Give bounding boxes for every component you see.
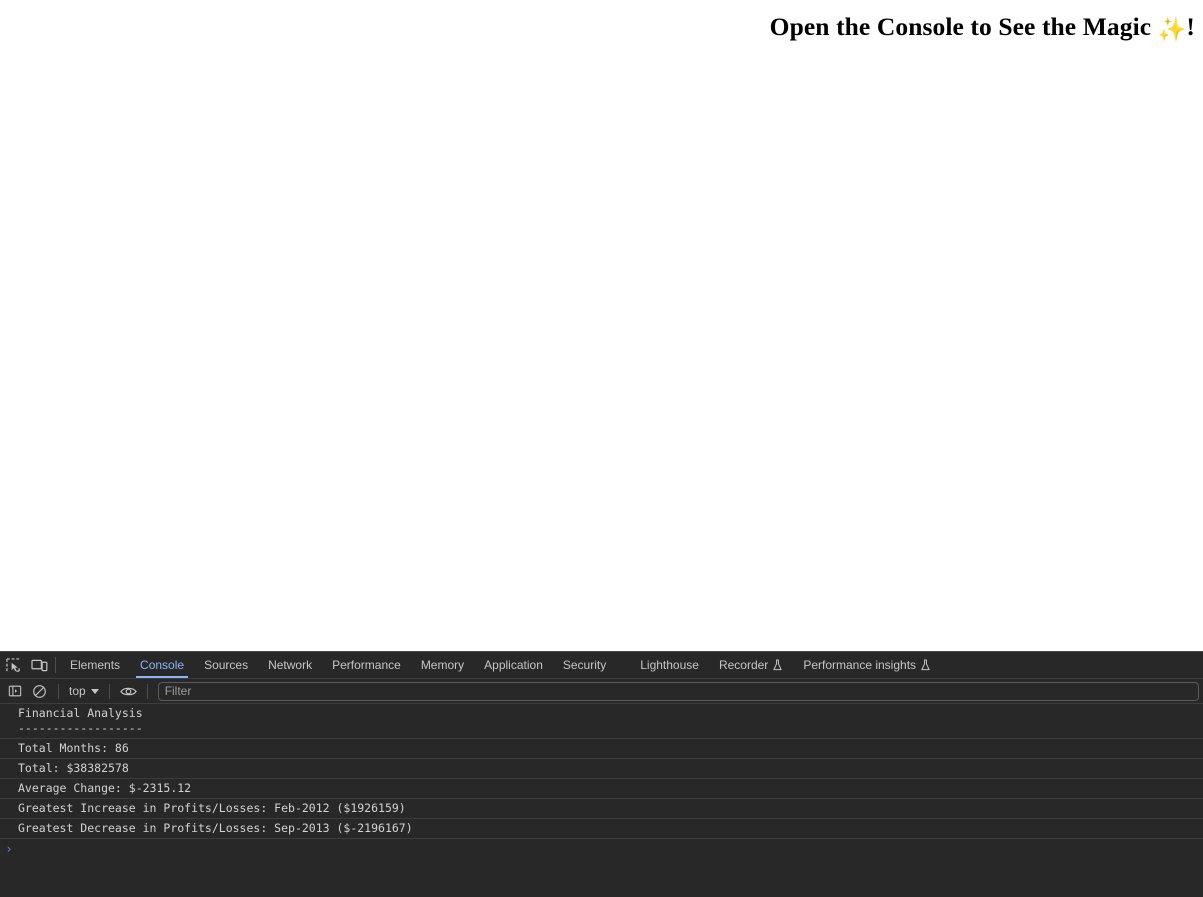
console-message-text: Total Months: 86 <box>18 741 129 755</box>
tab-console-label: Console <box>140 658 185 672</box>
clear-console-icon[interactable] <box>27 680 52 702</box>
device-toolbar-icon[interactable] <box>26 652 52 678</box>
tab-application[interactable]: Application <box>474 652 553 678</box>
console-message-row[interactable]: Greatest Decrease in Profits/Losses: Sep… <box>0 819 1203 839</box>
tab-security-label: Security <box>562 658 607 672</box>
tabbar-gap <box>616 652 630 678</box>
chevron-down-icon <box>90 688 99 694</box>
page-title-suffix: ! <box>1186 12 1195 41</box>
experiment-flask-icon <box>920 659 931 671</box>
tab-performance[interactable]: Performance <box>322 652 411 678</box>
tab-performance-insights[interactable]: Performance insights <box>793 652 941 678</box>
tab-console[interactable]: Console <box>130 652 194 678</box>
tab-security[interactable]: Security <box>553 652 616 678</box>
console-message-row[interactable]: Financial Analysis ------------------ <box>0 704 1203 739</box>
console-message-row[interactable]: Total: $38382578 <box>0 759 1203 779</box>
tab-elements-label: Elements <box>70 658 121 672</box>
console-sidebar-toggle-icon[interactable] <box>2 680 27 702</box>
tab-performance-label: Performance <box>332 658 401 672</box>
toolbar-divider <box>108 683 110 699</box>
web-page-viewport: Open the Console to See the Magic ✨! <box>0 0 1203 651</box>
tab-lighthouse[interactable]: Lighthouse <box>630 652 709 678</box>
toolbar-divider <box>146 683 148 699</box>
tab-sources[interactable]: Sources <box>194 652 258 678</box>
message-gutter <box>0 801 18 816</box>
tab-application-label: Application <box>484 658 543 672</box>
console-message-text: Financial Analysis ------------------ <box>18 706 143 735</box>
page-title: Open the Console to See the Magic ✨! <box>0 0 1203 42</box>
tab-network[interactable]: Network <box>258 652 322 678</box>
tab-memory[interactable]: Memory <box>411 652 474 678</box>
message-gutter <box>0 781 18 796</box>
console-prompt-row[interactable]: › <box>0 839 1203 859</box>
console-message-list[interactable]: Financial Analysis ------------------ To… <box>0 704 1203 897</box>
console-message-text: Greatest Increase in Profits/Losses: Feb… <box>18 801 406 815</box>
toolbar-divider <box>58 683 59 699</box>
console-message-text: Average Change: $-2315.12 <box>18 781 192 795</box>
devtools-tabbar: Elements Console Sources Network Perform… <box>0 652 1203 679</box>
message-gutter <box>0 741 18 756</box>
tab-sources-label: Sources <box>204 658 249 672</box>
tab-lighthouse-label: Lighthouse <box>640 658 699 672</box>
inspect-element-icon[interactable] <box>0 652 26 678</box>
console-message-text: Greatest Decrease in Profits/Losses: Sep… <box>18 821 413 835</box>
devtools-panel: Elements Console Sources Network Perform… <box>0 651 1203 897</box>
console-message-text: Total: $38382578 <box>18 761 129 775</box>
tab-network-label: Network <box>268 658 313 672</box>
toolbar-divider <box>55 657 56 673</box>
console-message-row[interactable]: Total Months: 86 <box>0 739 1203 759</box>
console-message-row[interactable]: Greatest Increase in Profits/Losses: Feb… <box>0 799 1203 819</box>
tab-performance-insights-label: Performance insights <box>803 658 917 672</box>
message-gutter <box>0 821 18 836</box>
page-title-text: Open the Console to See the Magic <box>769 12 1158 41</box>
console-message-row[interactable]: Average Change: $-2315.12 <box>0 779 1203 799</box>
console-prompt-input[interactable] <box>18 842 1203 857</box>
execution-context-selector[interactable]: top <box>65 682 103 700</box>
tab-recorder[interactable]: Recorder <box>709 652 793 678</box>
prompt-chevron-icon: › <box>5 842 13 856</box>
live-expression-eye-icon[interactable] <box>116 680 141 702</box>
sparkles-icon: ✨ <box>1157 17 1187 43</box>
tab-memory-label: Memory <box>420 658 465 672</box>
console-toolbar: top <box>0 679 1203 704</box>
experiment-flask-icon <box>772 659 783 671</box>
message-gutter <box>0 706 18 736</box>
tab-elements[interactable]: Elements <box>60 652 130 678</box>
execution-context-value: top <box>69 684 86 698</box>
message-gutter <box>0 761 18 776</box>
filter-input[interactable] <box>157 681 1199 701</box>
tab-recorder-label: Recorder <box>718 658 769 672</box>
